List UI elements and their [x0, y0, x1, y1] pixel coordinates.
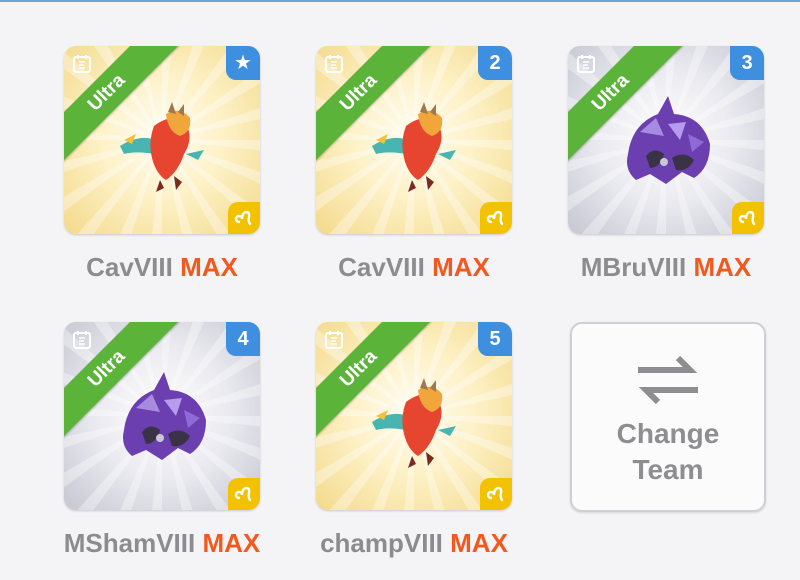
leo-icon	[228, 478, 260, 510]
monster-name: CavVIII MAX	[86, 252, 238, 282]
monster-card[interactable]: Ultra 2	[316, 46, 512, 234]
notes-icon[interactable]	[324, 54, 344, 74]
leader-star-badge: ★	[226, 46, 260, 80]
monster-name: MShamVIII MAX	[63, 528, 261, 558]
top-divider	[0, 0, 800, 2]
notes-icon[interactable]	[72, 330, 92, 350]
slot-number-badge: 5	[478, 322, 512, 356]
notes-icon[interactable]	[72, 54, 92, 74]
monster-name: MBruVIII MAX	[580, 252, 752, 282]
monster-card[interactable]: Ultra 5	[316, 322, 512, 510]
swap-arrows-icon	[638, 355, 698, 405]
change-team-button[interactable]: Change Team	[570, 322, 766, 512]
notes-icon[interactable]	[324, 330, 344, 350]
leo-icon	[228, 202, 260, 234]
monster-card[interactable]: Ultra 3	[568, 46, 764, 234]
monster-card[interactable]: Ultra 4	[64, 322, 260, 510]
change-team-label: Change Team	[616, 418, 720, 485]
monster-name: CavVIII MAX	[338, 252, 490, 282]
slot-number-badge: 2	[478, 46, 512, 80]
leo-icon	[732, 202, 764, 234]
slot-number-badge: 3	[730, 46, 764, 80]
leo-icon	[480, 478, 512, 510]
monster-name: champVIII MAX	[320, 528, 508, 558]
leo-icon	[480, 202, 512, 234]
monster-card[interactable]: Ultra ★	[64, 46, 260, 234]
slot-number-badge: 4	[226, 322, 260, 356]
notes-icon[interactable]	[576, 54, 596, 74]
